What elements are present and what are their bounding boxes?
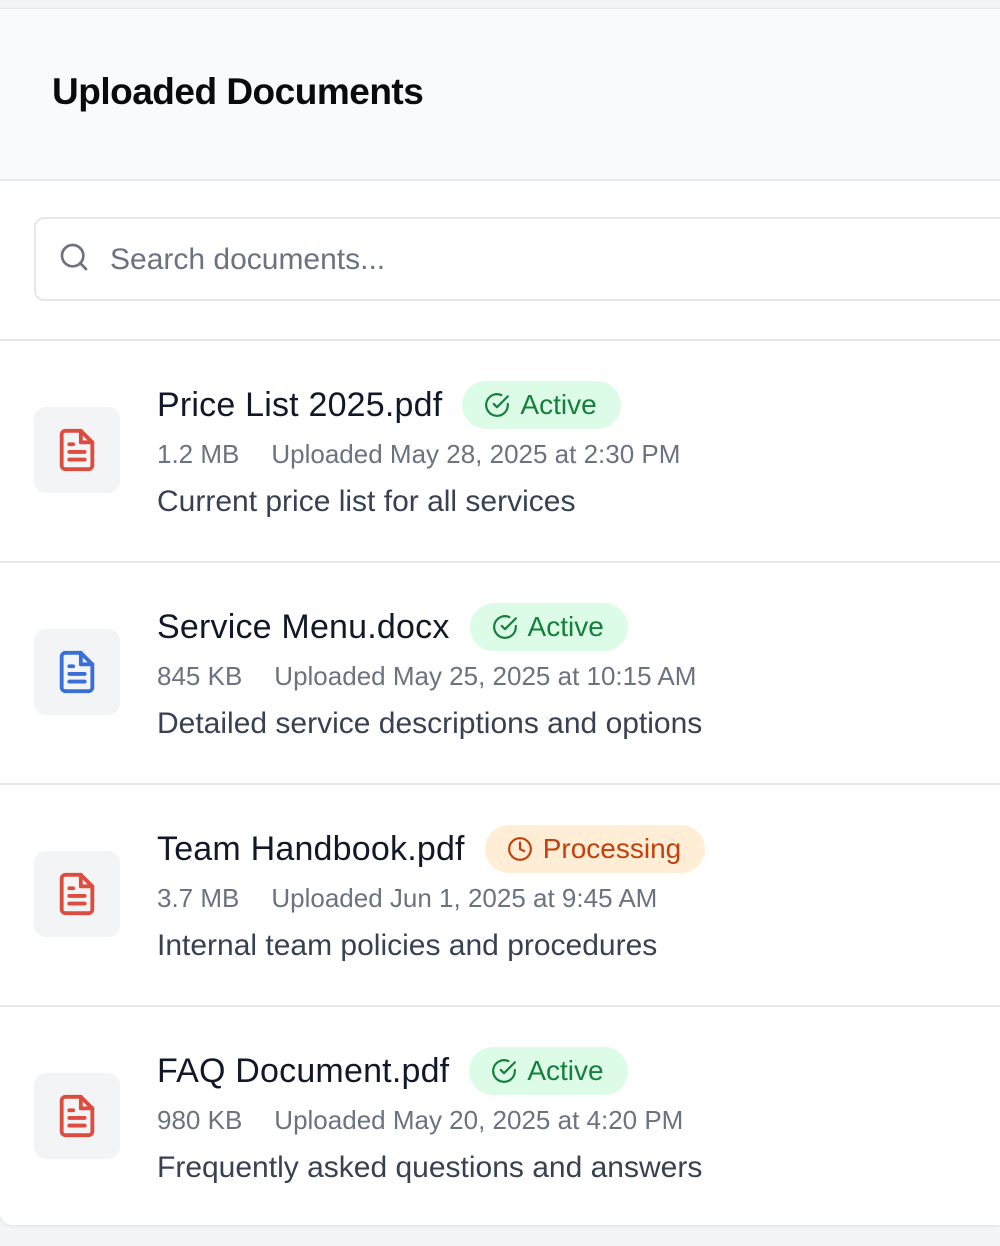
- document-item[interactable]: Service Menu.docx Active 845 KB Uploaded…: [0, 563, 1000, 785]
- document-meta: 980 KB Uploaded May 20, 2025 at 4:20 PM: [157, 1105, 683, 1136]
- upload-date: Uploaded May 25, 2025 at 10:15 AM: [274, 661, 697, 691]
- upload-date: Uploaded May 20, 2025 at 4:20 PM: [274, 1105, 684, 1135]
- panel-header: Uploaded Documents: [0, 9, 1000, 181]
- file-icon-container: [34, 1073, 120, 1159]
- status-badge: Active: [469, 1047, 628, 1095]
- document-description: Detailed service descriptions and option…: [157, 707, 703, 740]
- document-meta: 845 KB Uploaded May 25, 2025 at 10:15 AM: [157, 661, 696, 692]
- document-description: Frequently asked questions and answers: [157, 1151, 703, 1184]
- file-size: 3.7 MB: [157, 883, 240, 913]
- check-circle-icon: [485, 393, 510, 417]
- document-description: Current price list for all services: [157, 485, 576, 518]
- document-item[interactable]: FAQ Document.pdf Active 980 KB Uploaded …: [0, 1007, 1000, 1225]
- document-name[interactable]: Team Handbook.pdf: [157, 830, 465, 869]
- file-size: 980 KB: [157, 1105, 243, 1135]
- document-name[interactable]: FAQ Document.pdf: [157, 1052, 449, 1091]
- document-name[interactable]: Service Menu.docx: [157, 608, 450, 647]
- status-label: Processing: [542, 833, 682, 864]
- docx-file-icon: [59, 650, 95, 694]
- documents-panel: Uploaded Documents Price List 2025.pdf: [0, 8, 1000, 1225]
- document-name[interactable]: Price List 2025.pdf: [157, 386, 442, 425]
- page-title: Uploaded Documents: [52, 71, 424, 112]
- search-icon: [60, 243, 88, 271]
- document-item[interactable]: Price List 2025.pdf Active 1.2 MB Upload…: [0, 341, 1000, 563]
- document-meta: 1.2 MB Uploaded May 28, 2025 at 2:30 PM: [157, 439, 680, 470]
- upload-date: Uploaded Jun 1, 2025 at 9:45 AM: [271, 883, 658, 913]
- search-input[interactable]: [108, 237, 972, 283]
- file-icon-container: [34, 629, 120, 715]
- status-badge: Active: [469, 603, 628, 651]
- check-circle-icon: [492, 1059, 517, 1083]
- pdf-file-icon: [59, 1094, 95, 1138]
- pdf-file-icon: [59, 428, 95, 472]
- clock-icon: [507, 837, 532, 861]
- search-section: [0, 181, 1000, 341]
- upload-date: Uploaded May 28, 2025 at 2:30 PM: [271, 439, 681, 469]
- status-label: Active: [520, 389, 597, 420]
- document-description: Internal team policies and procedures: [157, 929, 658, 962]
- document-item[interactable]: Team Handbook.pdf Processing 3.7 MB Uplo…: [0, 785, 1000, 1007]
- document-title-row: Service Menu.docx Active: [157, 603, 628, 651]
- pdf-file-icon: [59, 872, 95, 916]
- search-box[interactable]: [34, 217, 1000, 301]
- document-title-row: FAQ Document.pdf Active: [157, 1047, 628, 1095]
- file-size: 1.2 MB: [157, 439, 240, 469]
- file-icon-container: [34, 851, 120, 937]
- status-badge: Active: [462, 381, 621, 429]
- check-circle-icon: [492, 615, 517, 639]
- status-label: Active: [527, 611, 604, 642]
- status-label: Active: [527, 1055, 604, 1086]
- document-title-row: Team Handbook.pdf Processing: [157, 825, 706, 873]
- status-badge: Processing: [484, 825, 706, 873]
- file-icon-container: [34, 407, 120, 493]
- file-size: 845 KB: [157, 661, 243, 691]
- document-title-row: Price List 2025.pdf Active: [157, 381, 621, 429]
- document-meta: 3.7 MB Uploaded Jun 1, 2025 at 9:45 AM: [157, 883, 657, 914]
